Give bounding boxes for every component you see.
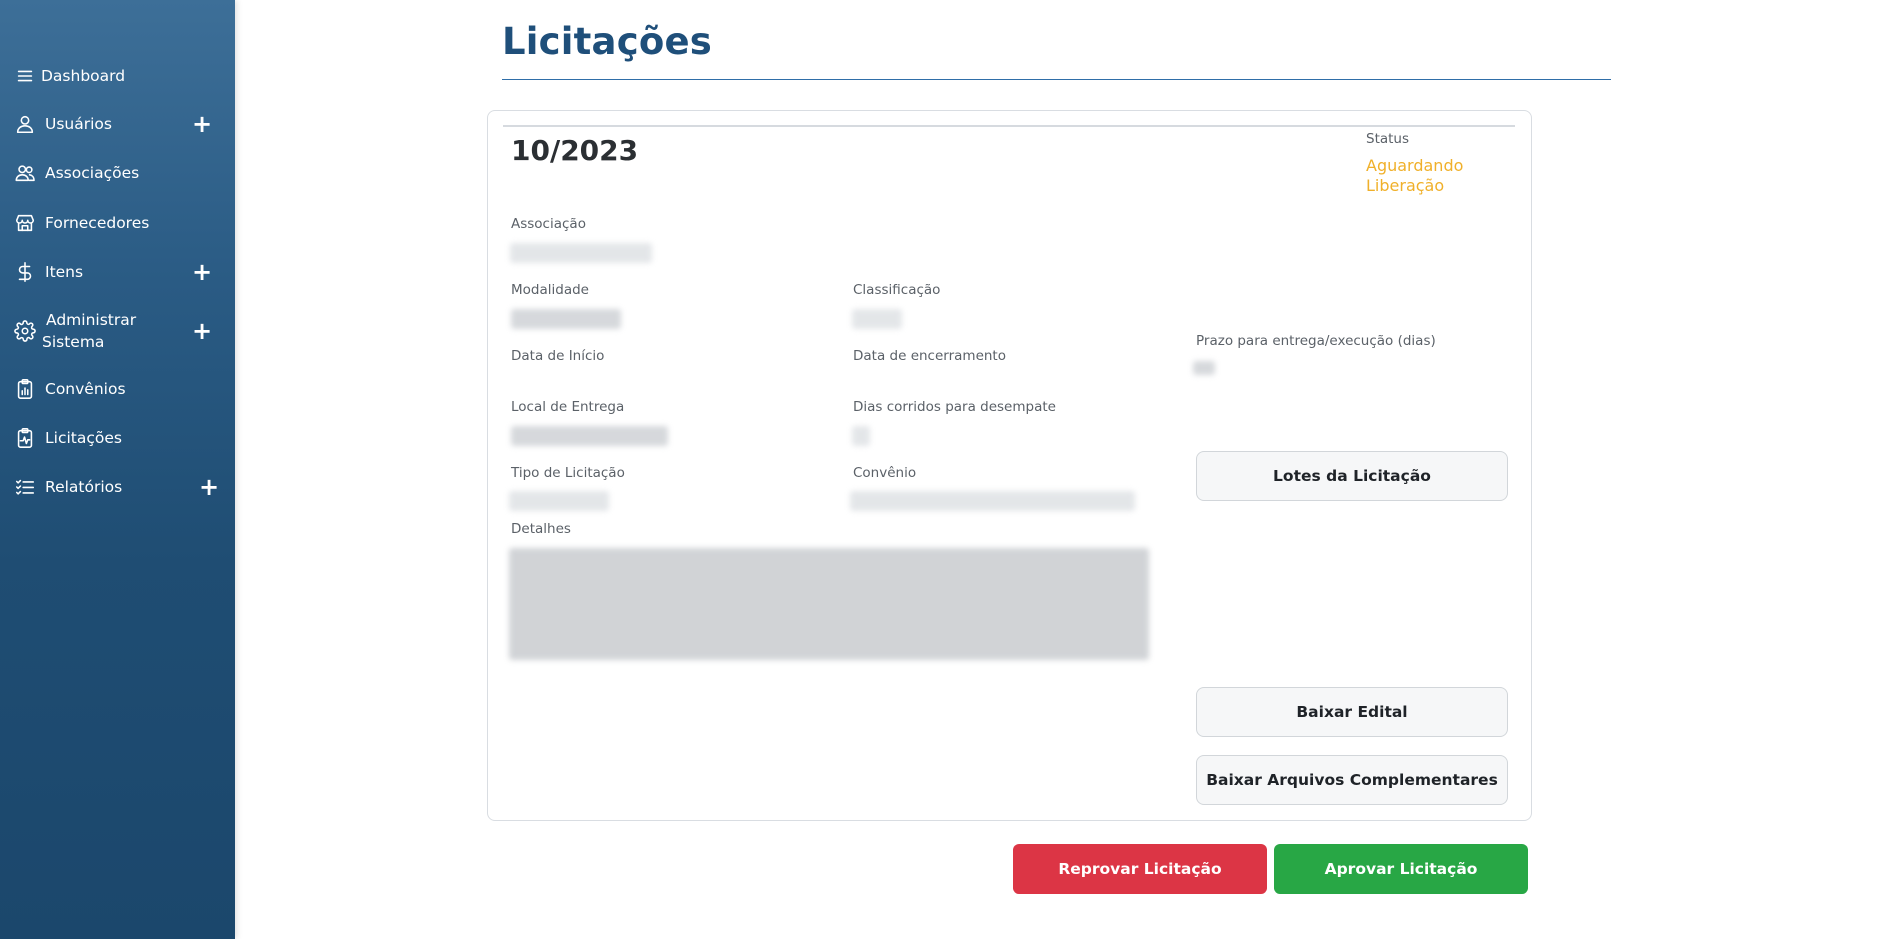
sidebar-item-relatorios[interactable]: Relatórios +	[0, 475, 235, 499]
sidebar-item-usuarios[interactable]: Usuários +	[0, 112, 235, 136]
menu-icon	[12, 63, 38, 89]
sidebar-item-label: Associações	[45, 164, 140, 182]
sidebar-item-administrar-sistema[interactable]: Administrar Sistema +	[0, 307, 235, 355]
prazo-label: Prazo para entrega/execução (dias)	[1196, 333, 1436, 349]
sidebar-item-label: Fornecedores	[45, 214, 150, 232]
sidebar-item-label-line2: Sistema	[42, 333, 105, 351]
expand-plus-icon[interactable]: +	[192, 260, 212, 284]
sidebar-item-fornecedores[interactable]: Fornecedores	[0, 211, 235, 235]
user-icon	[12, 111, 38, 137]
baixar-arquivos-complementares-button[interactable]: Baixar Arquivos Complementares	[1196, 755, 1508, 805]
tipo-licitacao-value-redacted	[509, 491, 609, 511]
sidebar-item-licitacoes[interactable]: Licitações	[0, 426, 235, 450]
detalhes-label: Detalhes	[511, 521, 571, 537]
detalhes-value-redacted	[509, 548, 1149, 660]
expand-plus-icon[interactable]: +	[192, 112, 212, 136]
sidebar-item-convenios[interactable]: Convênios	[0, 377, 235, 401]
aprovar-licitacao-button[interactable]: Aprovar Licitação	[1274, 844, 1528, 894]
dias-corridos-value-redacted	[852, 426, 870, 446]
status-badge: Aguardando Liberação	[1366, 156, 1464, 195]
store-icon	[12, 210, 38, 236]
expand-plus-icon[interactable]: +	[199, 475, 219, 499]
clipboard-chart-icon	[12, 376, 38, 402]
sidebar-item-associacoes[interactable]: Associações	[0, 161, 235, 185]
reprovar-licitacao-button[interactable]: Reprovar Licitação	[1013, 844, 1267, 894]
clipboard-pulse-icon	[12, 425, 38, 451]
associacao-value-redacted	[510, 243, 652, 263]
title-divider	[502, 79, 1611, 80]
baixar-edital-button[interactable]: Baixar Edital	[1196, 687, 1508, 737]
expand-plus-icon[interactable]: +	[192, 319, 212, 343]
classificacao-value-redacted	[852, 309, 902, 329]
modalidade-value-redacted	[511, 309, 621, 329]
dias-corridos-label: Dias corridos para desempate	[853, 399, 1056, 415]
sidebar-item-itens[interactable]: Itens +	[0, 260, 235, 284]
checklist-icon	[12, 474, 38, 500]
convenio-value-redacted	[850, 491, 1135, 511]
lotes-licitacao-button[interactable]: Lotes da Licitação	[1196, 451, 1508, 501]
gear-icon	[12, 318, 38, 344]
sidebar-item-label: Usuários	[45, 115, 112, 133]
classificacao-label: Classificação	[853, 282, 941, 298]
sidebar-item-label: Itens	[45, 263, 84, 281]
modalidade-label: Modalidade	[511, 282, 589, 298]
sidebar: Dashboard Usuários + Associações Fornece…	[0, 0, 235, 939]
sidebar-item-label: Relatórios	[45, 478, 123, 496]
status-label: Status	[1366, 131, 1410, 147]
data-encerramento-label: Data de encerramento	[853, 348, 1006, 364]
tipo-licitacao-label: Tipo de Licitação	[511, 465, 625, 481]
licitacao-number: 10/2023	[511, 134, 639, 167]
sidebar-item-label: Licitações	[45, 429, 122, 447]
dollar-icon	[12, 259, 38, 285]
local-entrega-value-redacted	[511, 426, 668, 446]
convenio-label: Convênio	[853, 465, 917, 481]
sidebar-item-dashboard[interactable]: Dashboard	[0, 64, 235, 88]
sidebar-item-label: Dashboard	[41, 67, 126, 85]
users-group-icon	[12, 160, 38, 186]
associacao-label: Associação	[511, 216, 586, 232]
card-divider	[503, 125, 1515, 127]
prazo-value-redacted	[1193, 361, 1215, 375]
sidebar-item-label: Administrar	[46, 311, 137, 329]
sidebar-item-label: Convênios	[45, 380, 126, 398]
data-inicio-label: Data de Início	[511, 348, 605, 364]
local-entrega-label: Local de Entrega	[511, 399, 625, 415]
page-title: Licitações	[502, 20, 712, 63]
